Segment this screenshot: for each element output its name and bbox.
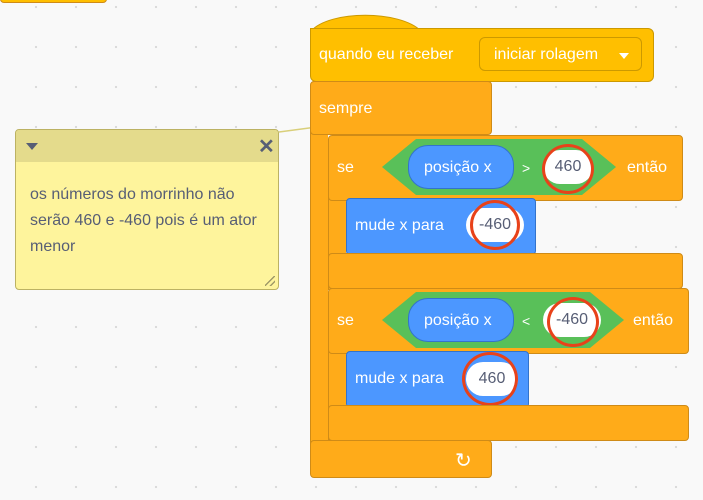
collapse-caret-icon[interactable] bbox=[26, 143, 38, 150]
greater-than-symbol: > bbox=[522, 160, 531, 176]
comment-header[interactable]: ✕ bbox=[16, 130, 278, 162]
resize-handle-icon[interactable] bbox=[265, 276, 275, 286]
highlight-ring bbox=[462, 352, 518, 406]
if-block-bottom[interactable] bbox=[328, 253, 683, 289]
less-than-symbol: < bbox=[522, 313, 531, 329]
x-position-reporter[interactable]: posição x bbox=[408, 298, 514, 342]
if-block-bottom[interactable] bbox=[328, 405, 689, 441]
close-icon[interactable]: ✕ bbox=[258, 137, 275, 157]
forever-label: sempre bbox=[319, 100, 373, 117]
caret-down-icon bbox=[619, 53, 629, 59]
set-x-label: mude x para bbox=[355, 217, 444, 234]
workspace-comment[interactable]: ✕ os números do morrinho não serão 460 e… bbox=[15, 129, 279, 290]
x-position-reporter-label: posição x bbox=[424, 159, 492, 176]
x-position-reporter-label: posição x bbox=[424, 312, 492, 329]
then-label: então bbox=[633, 312, 674, 329]
message-dropdown[interactable]: iniciar rolagem bbox=[479, 37, 642, 71]
forever-arm bbox=[310, 125, 328, 452]
message-dropdown-value: iniciar rolagem bbox=[494, 46, 599, 63]
highlight-ring bbox=[542, 144, 594, 194]
comment-text[interactable]: os números do morrinho não serão 460 e -… bbox=[30, 182, 268, 260]
when-receive-label: quando eu receber bbox=[319, 46, 454, 63]
highlight-ring bbox=[547, 297, 599, 347]
loop-arrow-icon: ↻ bbox=[455, 450, 472, 472]
then-label: então bbox=[627, 159, 668, 176]
if-label: se bbox=[337, 159, 354, 176]
set-x-label: mude x para bbox=[355, 370, 444, 387]
x-position-reporter[interactable]: posição x bbox=[408, 145, 514, 189]
offscreen-block-edge[interactable] bbox=[0, 0, 107, 3]
highlight-ring bbox=[470, 200, 520, 250]
if-label: se bbox=[337, 312, 354, 329]
